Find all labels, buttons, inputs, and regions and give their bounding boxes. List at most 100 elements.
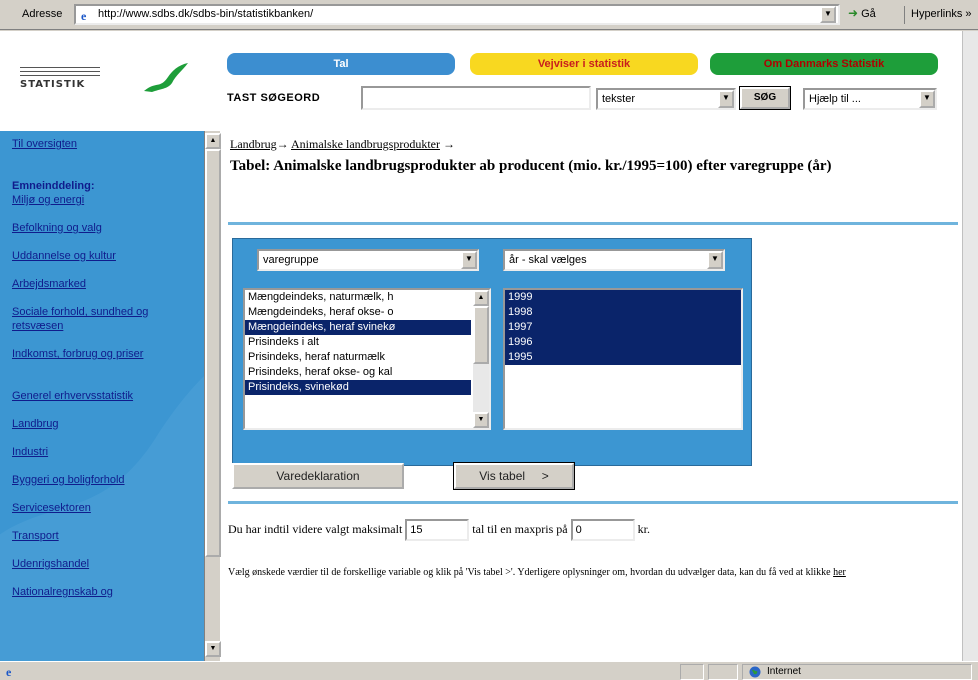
breadcrumb-arrow: → bbox=[442, 137, 455, 151]
scroll-down-icon[interactable]: ▼ bbox=[473, 412, 489, 428]
divider bbox=[228, 222, 958, 225]
sidebar-item-miljo[interactable]: Miljø og energi bbox=[12, 193, 192, 207]
list-item[interactable]: Prisindeks, heraf naturmælk bbox=[245, 350, 471, 365]
chevron-down-icon: ▼ bbox=[461, 251, 477, 269]
listbox-scroll-thumb[interactable] bbox=[473, 306, 489, 364]
nav-tal-button[interactable]: Tal bbox=[227, 53, 455, 75]
svg-text:e: e bbox=[81, 9, 87, 22]
sidebar-scrollbar[interactable]: ▲ ▼ bbox=[204, 131, 221, 661]
search-type-select[interactable]: tekster ▼ bbox=[596, 88, 736, 110]
sidebar-item-service[interactable]: Servicesektoren bbox=[12, 501, 192, 515]
url-text: http://www.sdbs.dk/sdbs-bin/statistikban… bbox=[98, 8, 314, 20]
status-bar: e Internet bbox=[0, 661, 978, 680]
sidebar-item-byggeri[interactable]: Byggeri og boligforhold bbox=[12, 473, 192, 487]
max-text-before: Du har indtil videre valgt maksimalt bbox=[228, 521, 403, 536]
list-item[interactable]: Mængdeindeks, naturmælk, h bbox=[245, 290, 471, 305]
sidebar-item-sociale[interactable]: Sociale forhold, sundhed og retsvæsen bbox=[12, 305, 198, 333]
max-selection-line: Du har indtil videre valgt maksimalt 15 … bbox=[228, 519, 650, 541]
sidebar-item-arbejdsmarked[interactable]: Arbejdsmarked bbox=[12, 277, 192, 291]
aar-label: år - skal vælges bbox=[509, 254, 587, 266]
search-input[interactable] bbox=[361, 86, 591, 110]
page-title: Tabel: Animalske landbrugsprodukter ab p… bbox=[230, 158, 832, 174]
divider bbox=[228, 501, 958, 504]
variable-selection-box: varegruppe ▼ år - skal vælges ▼ Mængdein… bbox=[232, 238, 752, 466]
page-scrollbar[interactable] bbox=[962, 31, 978, 661]
nav-om-button[interactable]: Om Danmarks Statistik bbox=[710, 53, 938, 75]
sidebar-item-industri[interactable]: Industri bbox=[12, 445, 192, 459]
sidebar-item-transport[interactable]: Transport bbox=[12, 529, 192, 543]
aar-listbox[interactable]: 1999 1998 1997 1996 1995 bbox=[503, 288, 743, 430]
sidebar-item-indkomst[interactable]: Indkomst, forbrug og priser bbox=[12, 347, 162, 361]
help-text-body: Vælg ønskede værdier til de forskellige … bbox=[228, 567, 831, 578]
varedeklaration-button[interactable]: Varedeklaration bbox=[232, 463, 404, 489]
scroll-down-icon[interactable]: ▼ bbox=[205, 641, 221, 657]
go-arrow-icon: ➜ bbox=[848, 6, 859, 20]
logo-swoosh-icon bbox=[144, 63, 188, 92]
links-label[interactable]: Hyperlinks » bbox=[904, 6, 972, 24]
varegruppe-listbox[interactable]: Mængdeindeks, naturmælk, h Mængdeindeks,… bbox=[243, 288, 491, 430]
logo-text: STATISTIK bbox=[20, 79, 86, 90]
scroll-up-icon[interactable]: ▲ bbox=[205, 133, 221, 149]
list-item[interactable]: Mængdeindeks, heraf okse- o bbox=[245, 305, 471, 320]
address-field[interactable]: e http://www.sdbs.dk/sdbs-bin/statistikb… bbox=[74, 4, 840, 25]
help-link[interactable]: her bbox=[833, 567, 846, 578]
status-pane bbox=[708, 664, 738, 680]
sidebar-item-generel[interactable]: Generel erhvervsstatistik bbox=[12, 389, 192, 403]
search-button[interactable]: SØG bbox=[739, 86, 791, 110]
list-item[interactable]: Prisindeks, svinekød bbox=[245, 380, 471, 395]
ie-page-icon: e bbox=[6, 665, 12, 678]
go-label: Gå bbox=[861, 8, 876, 20]
varegruppe-label: varegruppe bbox=[263, 254, 319, 266]
list-item[interactable]: Prisindeks i alt bbox=[245, 335, 471, 350]
chevron-down-icon: ▼ bbox=[707, 251, 723, 269]
sidebar: Til oversigten Emneinddeling: Miljø og e… bbox=[0, 131, 204, 661]
max-count-field[interactable]: 15 bbox=[405, 519, 470, 541]
sidebar-scroll-thumb[interactable] bbox=[205, 149, 221, 557]
vis-tabel-button[interactable]: Vis tabel > bbox=[453, 462, 575, 490]
variable-varegruppe-select[interactable]: varegruppe ▼ bbox=[257, 249, 479, 271]
search-label: TAST SØGEORD bbox=[227, 92, 321, 104]
sidebar-item-befolkning[interactable]: Befolkning og valg bbox=[12, 221, 192, 235]
list-item[interactable]: 1997 bbox=[505, 320, 741, 335]
list-item[interactable]: 1999 bbox=[505, 290, 741, 305]
help-select-value: Hjælp til ... bbox=[809, 93, 861, 105]
globe-icon bbox=[749, 666, 761, 678]
breadcrumb: Landbrug→ Animalske landbrugsprodukter → bbox=[230, 137, 455, 152]
status-pane bbox=[680, 664, 704, 680]
breadcrumb-landbrug[interactable]: Landbrug bbox=[230, 137, 277, 151]
sidebar-item-overview[interactable]: Til oversigten bbox=[12, 137, 192, 151]
variable-aar-select[interactable]: år - skal vælges ▼ bbox=[503, 249, 725, 271]
chevron-down-icon: ▼ bbox=[718, 90, 734, 108]
help-select[interactable]: Hjælp til ... ▼ bbox=[803, 88, 937, 110]
chevron-down-icon: ▼ bbox=[919, 90, 935, 108]
sidebar-item-nationalregnskab[interactable]: Nationalregnskab og bbox=[12, 585, 192, 599]
listbox-scrollbar[interactable]: ▲ ▼ bbox=[473, 290, 489, 428]
list-item[interactable]: 1996 bbox=[505, 335, 741, 350]
security-zone: Internet bbox=[742, 664, 972, 680]
search-type-value: tekster bbox=[602, 93, 636, 105]
sidebar-item-udenrigshandel[interactable]: Udenrigshandel bbox=[12, 557, 192, 571]
list-item[interactable]: Prisindeks, heraf okse- og kal bbox=[245, 365, 471, 380]
go-button[interactable]: ➜ Gå bbox=[848, 6, 876, 20]
list-item[interactable]: 1998 bbox=[505, 305, 741, 320]
security-zone-label: Internet bbox=[767, 666, 801, 677]
nav-vejviser-button[interactable]: Vejviser i statistik bbox=[470, 53, 698, 75]
address-dropdown-button[interactable]: ▼ bbox=[820, 6, 836, 23]
breadcrumb-animalske[interactable]: Animalske landbrugsprodukter bbox=[291, 137, 440, 151]
max-text-middle: tal til en maxpris på bbox=[472, 521, 568, 536]
sidebar-heading: Emneinddeling: bbox=[12, 180, 95, 192]
max-text-after: kr. bbox=[637, 521, 650, 536]
list-item[interactable]: Mængdeindeks, heraf svinekø bbox=[245, 320, 471, 335]
list-item[interactable]: 1995 bbox=[505, 350, 741, 365]
breadcrumb-arrow: → bbox=[276, 137, 289, 151]
sidebar-item-uddannelse[interactable]: Uddannelse og kultur bbox=[12, 249, 192, 263]
scroll-up-icon[interactable]: ▲ bbox=[473, 290, 489, 306]
logo-lines bbox=[20, 67, 100, 79]
sidebar-item-landbrug[interactable]: Landbrug bbox=[12, 417, 192, 431]
ie-page-icon: e bbox=[79, 8, 93, 22]
address-label: Adresse bbox=[22, 8, 63, 20]
svg-text:e: e bbox=[6, 665, 12, 678]
address-bar: Adresse e http://www.sdbs.dk/sdbs-bin/st… bbox=[0, 0, 978, 30]
statistik-logo[interactable]: STATISTIK bbox=[12, 53, 197, 113]
max-price-field[interactable]: 0 bbox=[570, 519, 635, 541]
